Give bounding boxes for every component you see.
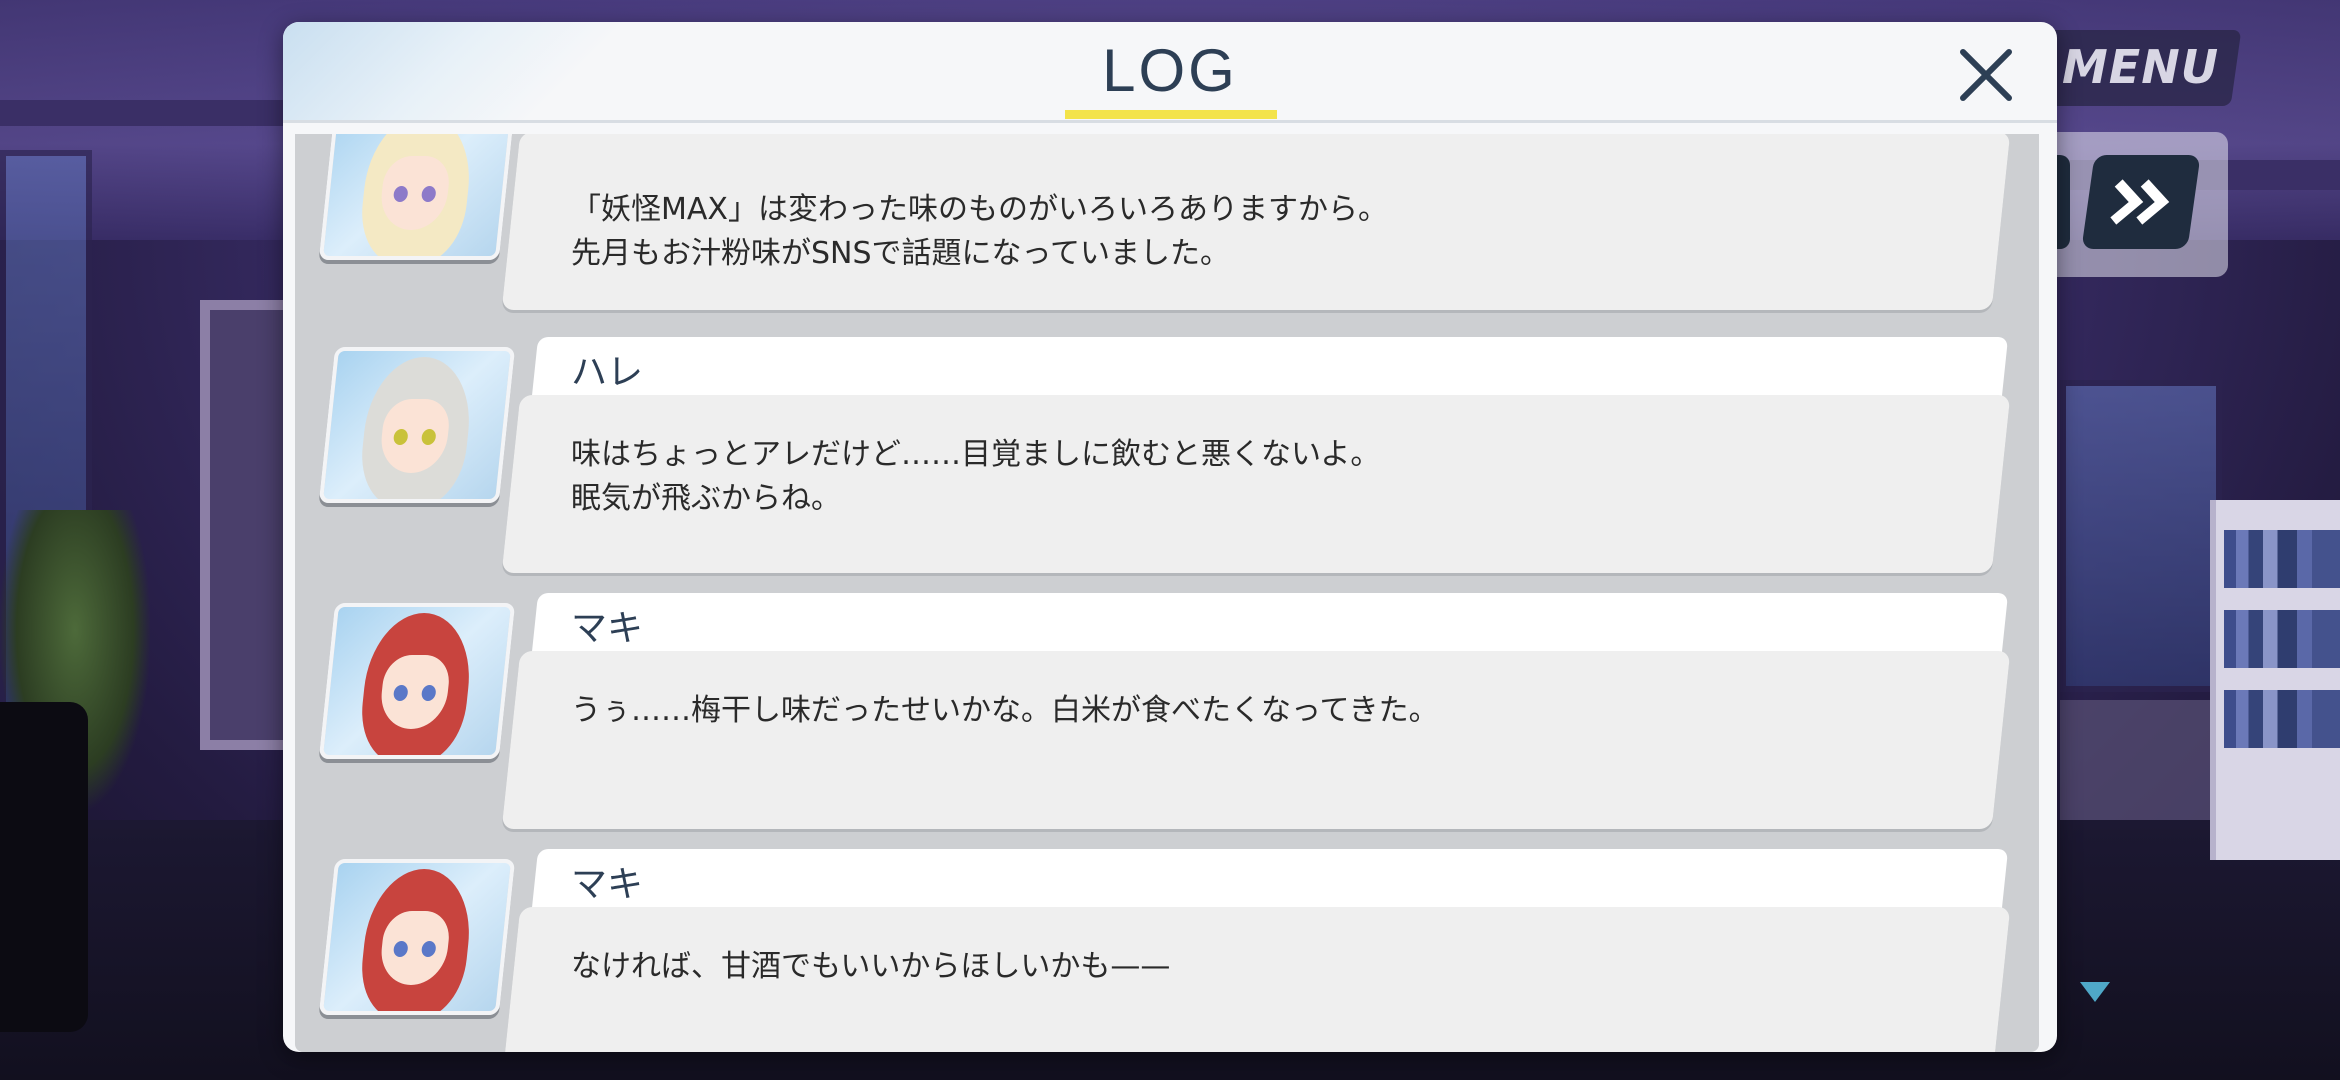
avatar	[318, 603, 516, 759]
title-underline	[1065, 110, 1277, 119]
message-line: 眠気が飛ぶからね。	[571, 481, 841, 516]
ceiling-beam	[0, 100, 290, 126]
bookshelf	[2210, 500, 2340, 860]
shelf-row	[2224, 690, 2340, 748]
speaker-name: マキ	[571, 864, 644, 905]
log-list[interactable]: 「妖怪MAX」は変わった味のものがいろいろありますから。 先月もお汁粉味がSNS…	[295, 134, 2039, 1052]
speaker-tab	[531, 849, 2009, 909]
log-dialog: LOG 「妖怪MAX」は変わった味のものがいろいろありますから。 先月もお汁粉味…	[283, 22, 2057, 1052]
window	[2060, 380, 2222, 692]
message-line: 「妖怪MAX」は変わった味のものがいろいろありますから。	[571, 192, 1388, 227]
divider	[283, 120, 2057, 123]
page-title: LOG	[1102, 37, 1238, 104]
shelf-row	[2224, 530, 2340, 588]
message-line: うぅ……梅干し味だったせいかな。白米が食べたくなってきた。	[571, 693, 1439, 728]
log-entry: ハレ 味はちょっとアレだけど……目覚ましに飲むと悪くないよ。 眠気が飛ぶからね。	[295, 337, 2039, 583]
speaker-name: マキ	[571, 608, 644, 649]
cabinet	[2060, 700, 2210, 820]
side-panel	[0, 702, 88, 1032]
skip-button[interactable]	[2081, 155, 2201, 249]
menu-label: MENU	[2062, 40, 2220, 94]
speaker-tab	[531, 593, 2009, 653]
message-line: なければ、甘酒でもいいからほしいかも——	[571, 949, 1171, 984]
message-bubble	[501, 651, 2011, 829]
fast-forward-icon	[2110, 179, 2170, 225]
message-line: 味はちょっとアレだけど……目覚ましに飲むと悪くないよ。	[571, 437, 1381, 472]
avatar	[318, 859, 516, 1015]
log-entry: 「妖怪MAX」は変わった味のものがいろいろありますから。 先月もお汁粉味がSNS…	[295, 134, 2039, 320]
speaker-tab	[531, 337, 2009, 397]
close-button[interactable]	[1951, 40, 2021, 110]
triangle-down-icon[interactable]	[2080, 982, 2110, 1004]
shelf-row	[2224, 610, 2340, 668]
close-icon	[1960, 49, 2012, 101]
message-line: 先月もお汁粉味がSNSで話題になっていました。	[571, 236, 1231, 271]
speaker-name: ハレ	[571, 352, 644, 393]
log-entry: マキ なければ、甘酒でもいいからほしいかも——	[295, 849, 2039, 1052]
log-entry: マキ うぅ……梅干し味だったせいかな。白米が食べたくなってきた。	[295, 593, 2039, 839]
avatar	[318, 347, 516, 503]
avatar	[318, 134, 516, 260]
